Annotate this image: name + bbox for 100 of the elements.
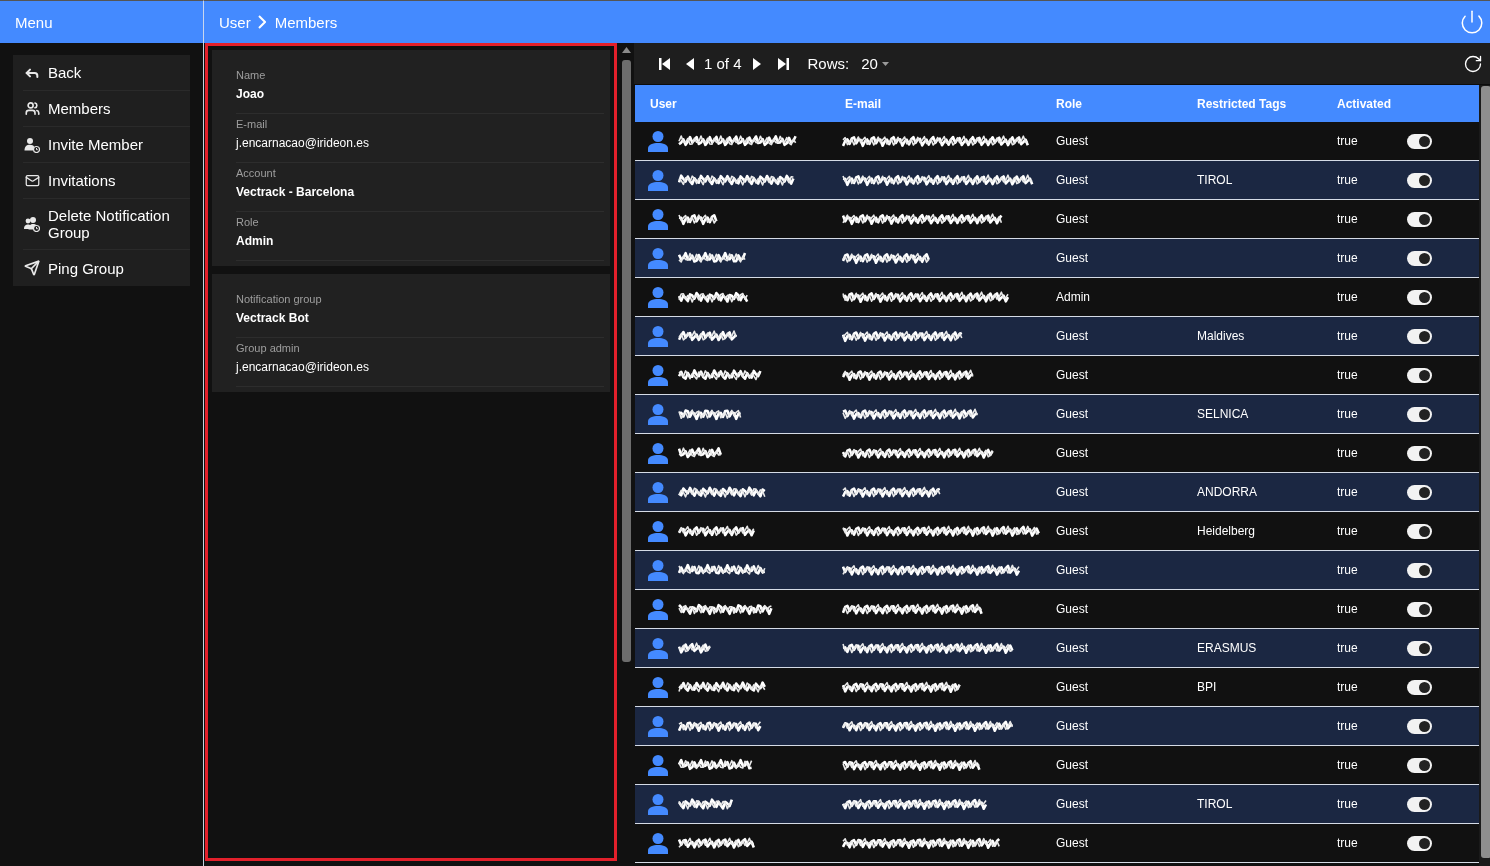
toggle-switch[interactable] xyxy=(1407,211,1432,227)
redaction-scribble xyxy=(678,446,723,460)
table-row[interactable]: Guest true xyxy=(635,707,1479,746)
person-icon xyxy=(648,559,668,581)
nav-item[interactable]: Delete Notification Group xyxy=(23,199,190,250)
person-icon xyxy=(648,208,668,230)
toggle-switch[interactable] xyxy=(1407,406,1432,422)
table-cell-text: true xyxy=(1336,524,1359,538)
field-label: E-mail xyxy=(236,118,269,131)
table-cell-text: Guest xyxy=(1055,251,1089,265)
person-badge-icon xyxy=(24,136,40,153)
toggle-switch[interactable] xyxy=(1407,250,1432,266)
toggle-switch[interactable] xyxy=(1407,640,1432,656)
person-icon xyxy=(648,169,668,191)
toggle-switch[interactable] xyxy=(1407,523,1432,539)
person-icon xyxy=(648,832,668,854)
toggle-switch[interactable] xyxy=(1407,679,1432,695)
toggle-switch[interactable] xyxy=(1407,484,1432,500)
person-icon xyxy=(648,754,668,776)
toggle-switch[interactable] xyxy=(1407,601,1432,617)
nav-item[interactable]: Invite Member xyxy=(23,127,190,163)
nav-item[interactable]: Back xyxy=(23,55,190,91)
table-cell-text: true xyxy=(1336,251,1359,265)
toggle-switch[interactable] xyxy=(1407,133,1432,149)
toggle-switch[interactable] xyxy=(1407,328,1432,344)
table-row[interactable]: Guest TIROL true xyxy=(635,161,1479,200)
person-icon xyxy=(648,247,668,269)
table-cell-text: BPI xyxy=(1196,680,1218,694)
table-row[interactable]: Guest true xyxy=(635,239,1479,278)
table-cell-text: true xyxy=(1336,719,1359,733)
envelope-icon xyxy=(24,173,40,188)
nav-item[interactable]: Members xyxy=(23,91,190,127)
table-row[interactable]: Guest ANDORRA true xyxy=(635,473,1479,512)
table-cell-text: true xyxy=(1336,836,1359,850)
field-value: j.encarnacao@irideon.es xyxy=(236,135,370,151)
table-cell-text: true xyxy=(1336,134,1359,148)
person-icon xyxy=(648,403,668,425)
toggle-switch[interactable] xyxy=(1407,289,1432,305)
person-icon xyxy=(648,715,668,737)
refresh-icon xyxy=(1463,53,1483,74)
skip-to-start-icon xyxy=(658,57,670,70)
person-icon xyxy=(648,442,668,464)
triangle-left-icon xyxy=(686,57,694,70)
nav-item[interactable]: Invitations xyxy=(23,163,190,199)
redaction-scribble xyxy=(678,212,718,226)
person-icon xyxy=(648,364,668,386)
toggle-switch[interactable] xyxy=(1407,835,1432,851)
table-cell-text: true xyxy=(1336,485,1359,499)
table-cell-text: Guest xyxy=(1055,641,1089,655)
field-label: Notification group xyxy=(236,293,323,306)
toggle-switch[interactable] xyxy=(1407,172,1432,188)
field-label: Role xyxy=(236,216,260,229)
table-cell-text: TIROL xyxy=(1196,797,1234,811)
table-cell-text: true xyxy=(1336,680,1359,694)
caret-icon xyxy=(881,61,889,66)
table-row[interactable]: Guest true xyxy=(635,551,1479,590)
table-cell-text: true xyxy=(1336,407,1359,421)
table-row[interactable]: Guest Maldives true xyxy=(635,317,1479,356)
table-cell-text: Admin xyxy=(1055,290,1091,304)
table-cell-text: SELNICA xyxy=(1196,407,1250,421)
field-label: Group admin xyxy=(236,342,301,355)
person-icon xyxy=(648,481,668,503)
person-icon xyxy=(648,286,668,308)
nav-item[interactable]: Ping Group xyxy=(23,250,190,286)
redaction-scribble xyxy=(678,251,748,265)
table-row[interactable]: Guest TIROL true xyxy=(635,785,1479,824)
rows-label: Rows: xyxy=(807,55,850,72)
table-cell-text: true xyxy=(1336,368,1359,382)
paper-plane-icon xyxy=(24,260,40,276)
redaction-scribble xyxy=(678,290,750,304)
table-cell-text: Guest xyxy=(1055,836,1089,850)
table-cell-text: true xyxy=(1336,602,1359,616)
table-cell-text: true xyxy=(1336,641,1359,655)
toggle-switch[interactable] xyxy=(1407,562,1432,578)
power-icon xyxy=(1459,9,1485,35)
person-icon xyxy=(648,325,668,347)
toggle-switch[interactable] xyxy=(1407,796,1432,812)
table-cell-text: Guest xyxy=(1055,407,1089,421)
table-cell-text: Guest xyxy=(1055,446,1089,460)
table-cell-text: Guest xyxy=(1055,758,1089,772)
table-cell-text: ANDORRA xyxy=(1196,485,1258,499)
table-cell-text: Guest xyxy=(1055,134,1089,148)
page-indicator: 1 of 4 xyxy=(704,55,742,72)
table-cell-text: ERASMUS xyxy=(1196,641,1258,655)
scrollbar[interactable] xyxy=(1480,85,1490,860)
table-cell-text: Guest xyxy=(1055,329,1089,343)
rows-select[interactable]: 20 xyxy=(859,55,891,72)
toggle-switch[interactable] xyxy=(1407,718,1432,734)
toggle-switch[interactable] xyxy=(1407,445,1432,461)
person-icon xyxy=(648,598,668,620)
table-cell-text: true xyxy=(1336,797,1359,811)
field-value: Joao xyxy=(236,86,265,102)
table-row[interactable]: Guest SELNICA true xyxy=(635,395,1479,434)
redaction-scribble xyxy=(678,641,711,655)
field-label: Name xyxy=(236,69,267,82)
table-cell-text: true xyxy=(1336,212,1359,226)
field-value: Admin xyxy=(236,233,275,249)
toggle-switch[interactable] xyxy=(1407,757,1432,773)
toggle-switch[interactable] xyxy=(1407,367,1432,383)
table-row[interactable]: Guest ERASMUS true xyxy=(635,629,1479,668)
